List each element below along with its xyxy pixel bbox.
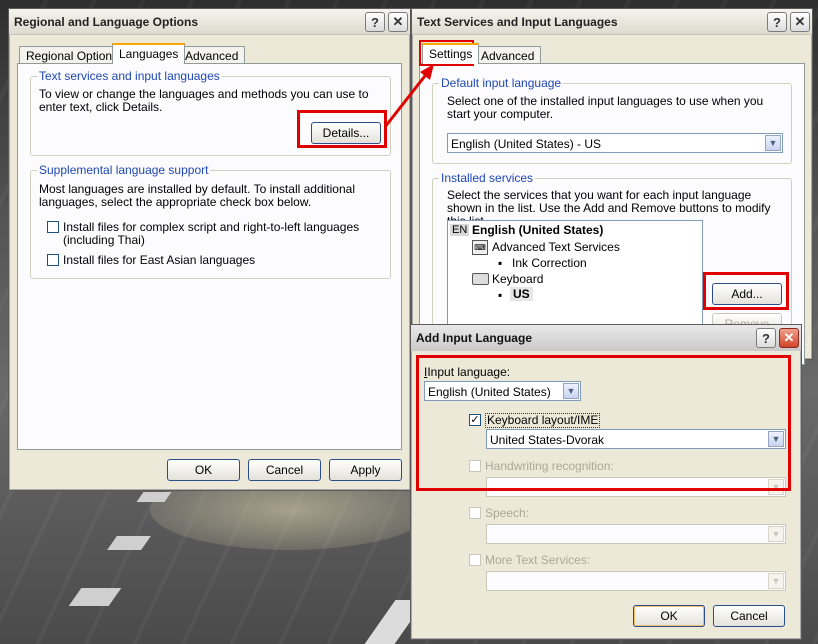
regional-language-options-window: Regional and Language Options ? ✕ Region…	[8, 8, 411, 491]
dropdown-arrow-icon[interactable]: ▼	[768, 573, 784, 589]
complex-script-label: Install files for complex script and rig…	[63, 220, 360, 247]
window-title: Add Input Language	[416, 331, 532, 345]
apply-button[interactable]: Apply	[329, 459, 402, 481]
default-input-language-group: Default input language Select one of the…	[432, 76, 792, 164]
tree-item-ats[interactable]: Advanced Text Services	[492, 240, 620, 254]
group-title: Text services and input languages	[37, 69, 222, 83]
keyboard-icon	[472, 273, 489, 285]
tab-languages[interactable]: Languages	[112, 43, 186, 64]
ok-button[interactable]: OK	[633, 605, 705, 627]
ats-icon: ⌨	[472, 240, 488, 255]
group-title: Supplemental language support	[37, 163, 211, 177]
help-icon[interactable]: ?	[756, 328, 776, 348]
speech-checkbox[interactable]	[469, 507, 481, 519]
tab-regional-options[interactable]: Regional Options	[19, 46, 126, 64]
title-bar[interactable]: Add Input Language ? ✕	[411, 325, 801, 351]
dropdown-arrow-icon[interactable]: ▼	[768, 526, 784, 542]
help-icon[interactable]: ?	[767, 12, 787, 32]
east-asian-label: Install files for East Asian languages	[63, 253, 256, 267]
window-title: Text Services and Input Languages	[417, 14, 618, 29]
complex-script-checkbox[interactable]	[47, 221, 59, 233]
title-bar[interactable]: Text Services and Input Languages ? ✕	[412, 9, 812, 35]
group-title: Default input language	[439, 76, 564, 90]
tree-item-keyboard[interactable]: Keyboard	[492, 272, 543, 286]
add-highlight	[703, 272, 789, 310]
speech-select[interactable]: ▼	[486, 524, 786, 544]
tree-item-language[interactable]: English (United States)	[472, 223, 603, 237]
close-icon[interactable]: ✕	[388, 12, 408, 32]
tab-settings[interactable]: Settings	[422, 43, 480, 64]
language-badge: EN	[450, 224, 470, 236]
road-marking	[68, 588, 122, 606]
road-marking	[107, 536, 151, 550]
more-text-services-select[interactable]: ▼	[486, 571, 786, 591]
speech-label: Speech:	[485, 506, 530, 520]
group-description: Most languages are installed by default.…	[39, 182, 355, 209]
settings-tab-panel: Default input language Select one of the…	[419, 63, 805, 370]
cancel-button[interactable]: Cancel	[713, 605, 785, 627]
more-text-services-label: More Text Services:	[485, 553, 591, 567]
group-title: Installed services	[439, 171, 536, 185]
title-bar[interactable]: Regional and Language Options ? ✕	[9, 9, 410, 35]
close-icon[interactable]: ✕	[779, 328, 799, 348]
default-input-language-select[interactable]: English (United States) - US ▼	[447, 133, 783, 153]
tree-item-ink[interactable]: Ink Correction	[512, 256, 587, 270]
close-icon[interactable]: ✕	[790, 12, 810, 32]
add-language-highlight	[416, 355, 791, 491]
tab-advanced[interactable]: Advanced	[474, 46, 542, 64]
tree-item-us[interactable]: US	[510, 287, 533, 301]
bullet-icon: ▪	[498, 256, 503, 270]
bullet-icon: ▪	[498, 288, 503, 302]
east-asian-checkbox[interactable]	[47, 254, 59, 266]
dropdown-arrow-icon[interactable]: ▼	[765, 135, 781, 151]
supplemental-language-group: Supplemental language support Most langu…	[30, 163, 391, 279]
select-value: English (United States) - US	[451, 137, 602, 151]
cancel-button[interactable]: Cancel	[248, 459, 321, 481]
tab-advanced[interactable]: Advanced	[178, 46, 246, 64]
group-description: Select one of the installed input langua…	[447, 94, 764, 121]
details-highlight	[297, 110, 387, 148]
window-title: Regional and Language Options	[14, 14, 199, 29]
ok-button[interactable]: OK	[167, 459, 240, 481]
help-icon[interactable]: ?	[365, 12, 385, 32]
more-text-services-checkbox[interactable]	[469, 554, 481, 566]
